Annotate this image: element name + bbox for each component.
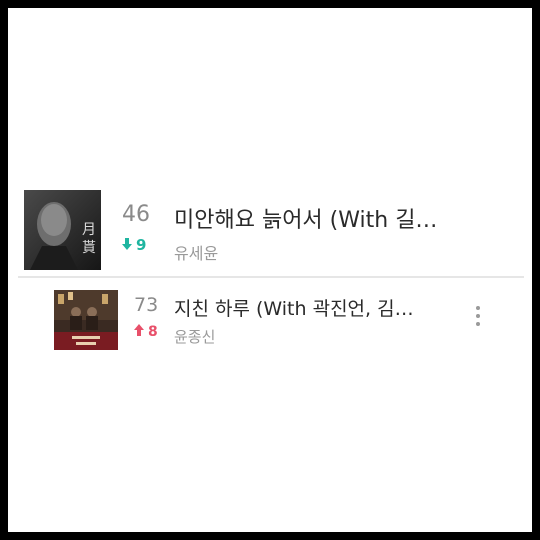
row-divider — [18, 276, 524, 278]
rank-change: 8 — [134, 324, 158, 340]
rank-change: 9 — [122, 236, 146, 254]
svg-text:貰: 貰 — [82, 240, 96, 256]
app-frame: 月 貰 46 9 미안해요 늙어서 (With 길… 유세윤 73 8 지친 하… — [8, 8, 532, 532]
song-title[interactable]: 지친 하루 (With 곽진언, 김… — [174, 294, 464, 321]
rank-number: 46 — [122, 202, 150, 227]
svg-text:月: 月 — [82, 222, 96, 238]
more-options-icon[interactable] — [475, 306, 481, 330]
rank-change-value: 9 — [136, 236, 147, 254]
album-art-band-photo-icon — [54, 290, 118, 350]
artist-name[interactable]: 윤종신 — [174, 326, 215, 347]
song-row[interactable]: 73 8 지친 하루 (With 곽진언, 김… 윤종신 — [8, 288, 532, 358]
arrow-down-icon — [122, 236, 132, 254]
album-art[interactable] — [54, 290, 118, 350]
song-row[interactable]: 月 貰 46 9 미안해요 늙어서 (With 길… 유세윤 — [8, 190, 532, 280]
rank-change-value: 8 — [148, 324, 158, 340]
album-art[interactable]: 月 貰 — [24, 190, 101, 270]
song-title[interactable]: 미안해요 늙어서 (With 길… — [174, 202, 514, 234]
arrow-up-icon — [134, 324, 144, 340]
artist-name[interactable]: 유세윤 — [174, 240, 218, 264]
rank-number: 73 — [134, 294, 159, 316]
album-art-dark-portrait-icon: 月 貰 — [24, 190, 101, 270]
